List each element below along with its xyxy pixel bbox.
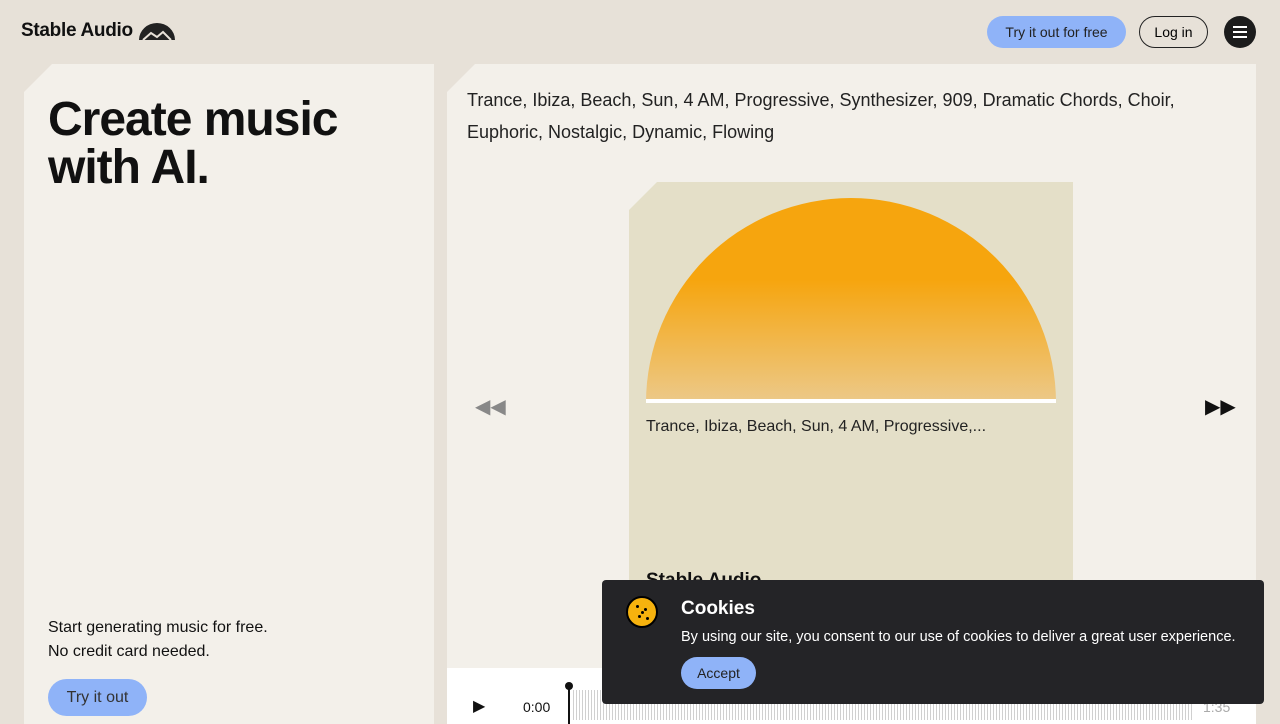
cookie-icon (626, 596, 658, 628)
track-card: Trance, Ibiza, Beach, Sun, 4 AM, Progres… (629, 182, 1073, 602)
menu-icon[interactable] (1224, 16, 1256, 48)
hero-panel: Create music with AI. Start generating m… (24, 64, 434, 724)
login-button[interactable]: Log in (1139, 16, 1208, 48)
logo[interactable]: Stable Audio (21, 20, 175, 42)
cookie-title: Cookies (681, 598, 755, 619)
cookie-text: By using our site, you consent to our us… (681, 629, 1236, 645)
current-time: 0:00 (523, 699, 551, 715)
next-icon[interactable]: ▶▶ (1205, 394, 1236, 419)
try-free-button[interactable]: Try it out for free (987, 16, 1126, 48)
sun-artwork (646, 198, 1056, 403)
artwork-line (646, 399, 1056, 403)
track-caption: Trance, Ibiza, Beach, Sun, 4 AM, Progres… (646, 418, 987, 435)
logo-icon (138, 23, 175, 40)
sub-line-1: Start generating music for free. (48, 619, 268, 636)
try-it-out-button[interactable]: Try it out (48, 679, 147, 716)
cookie-banner: Cookies By using our site, you consent t… (602, 580, 1264, 704)
scrub-handle[interactable] (565, 682, 573, 724)
sub-line-2: No credit card needed. (48, 643, 210, 660)
hero-title: Create music with AI. (48, 93, 338, 194)
prompt-text: Trance, Ibiza, Beach, Sun, 4 AM, Progres… (467, 90, 1175, 142)
logo-text: Stable Audio (21, 20, 133, 41)
previous-icon[interactable]: ◀◀ (475, 394, 506, 419)
hero-subtitle: Start generating music for free. No credi… (48, 616, 268, 664)
play-icon[interactable]: ▶ (473, 696, 485, 716)
accept-button[interactable]: Accept (681, 657, 756, 689)
